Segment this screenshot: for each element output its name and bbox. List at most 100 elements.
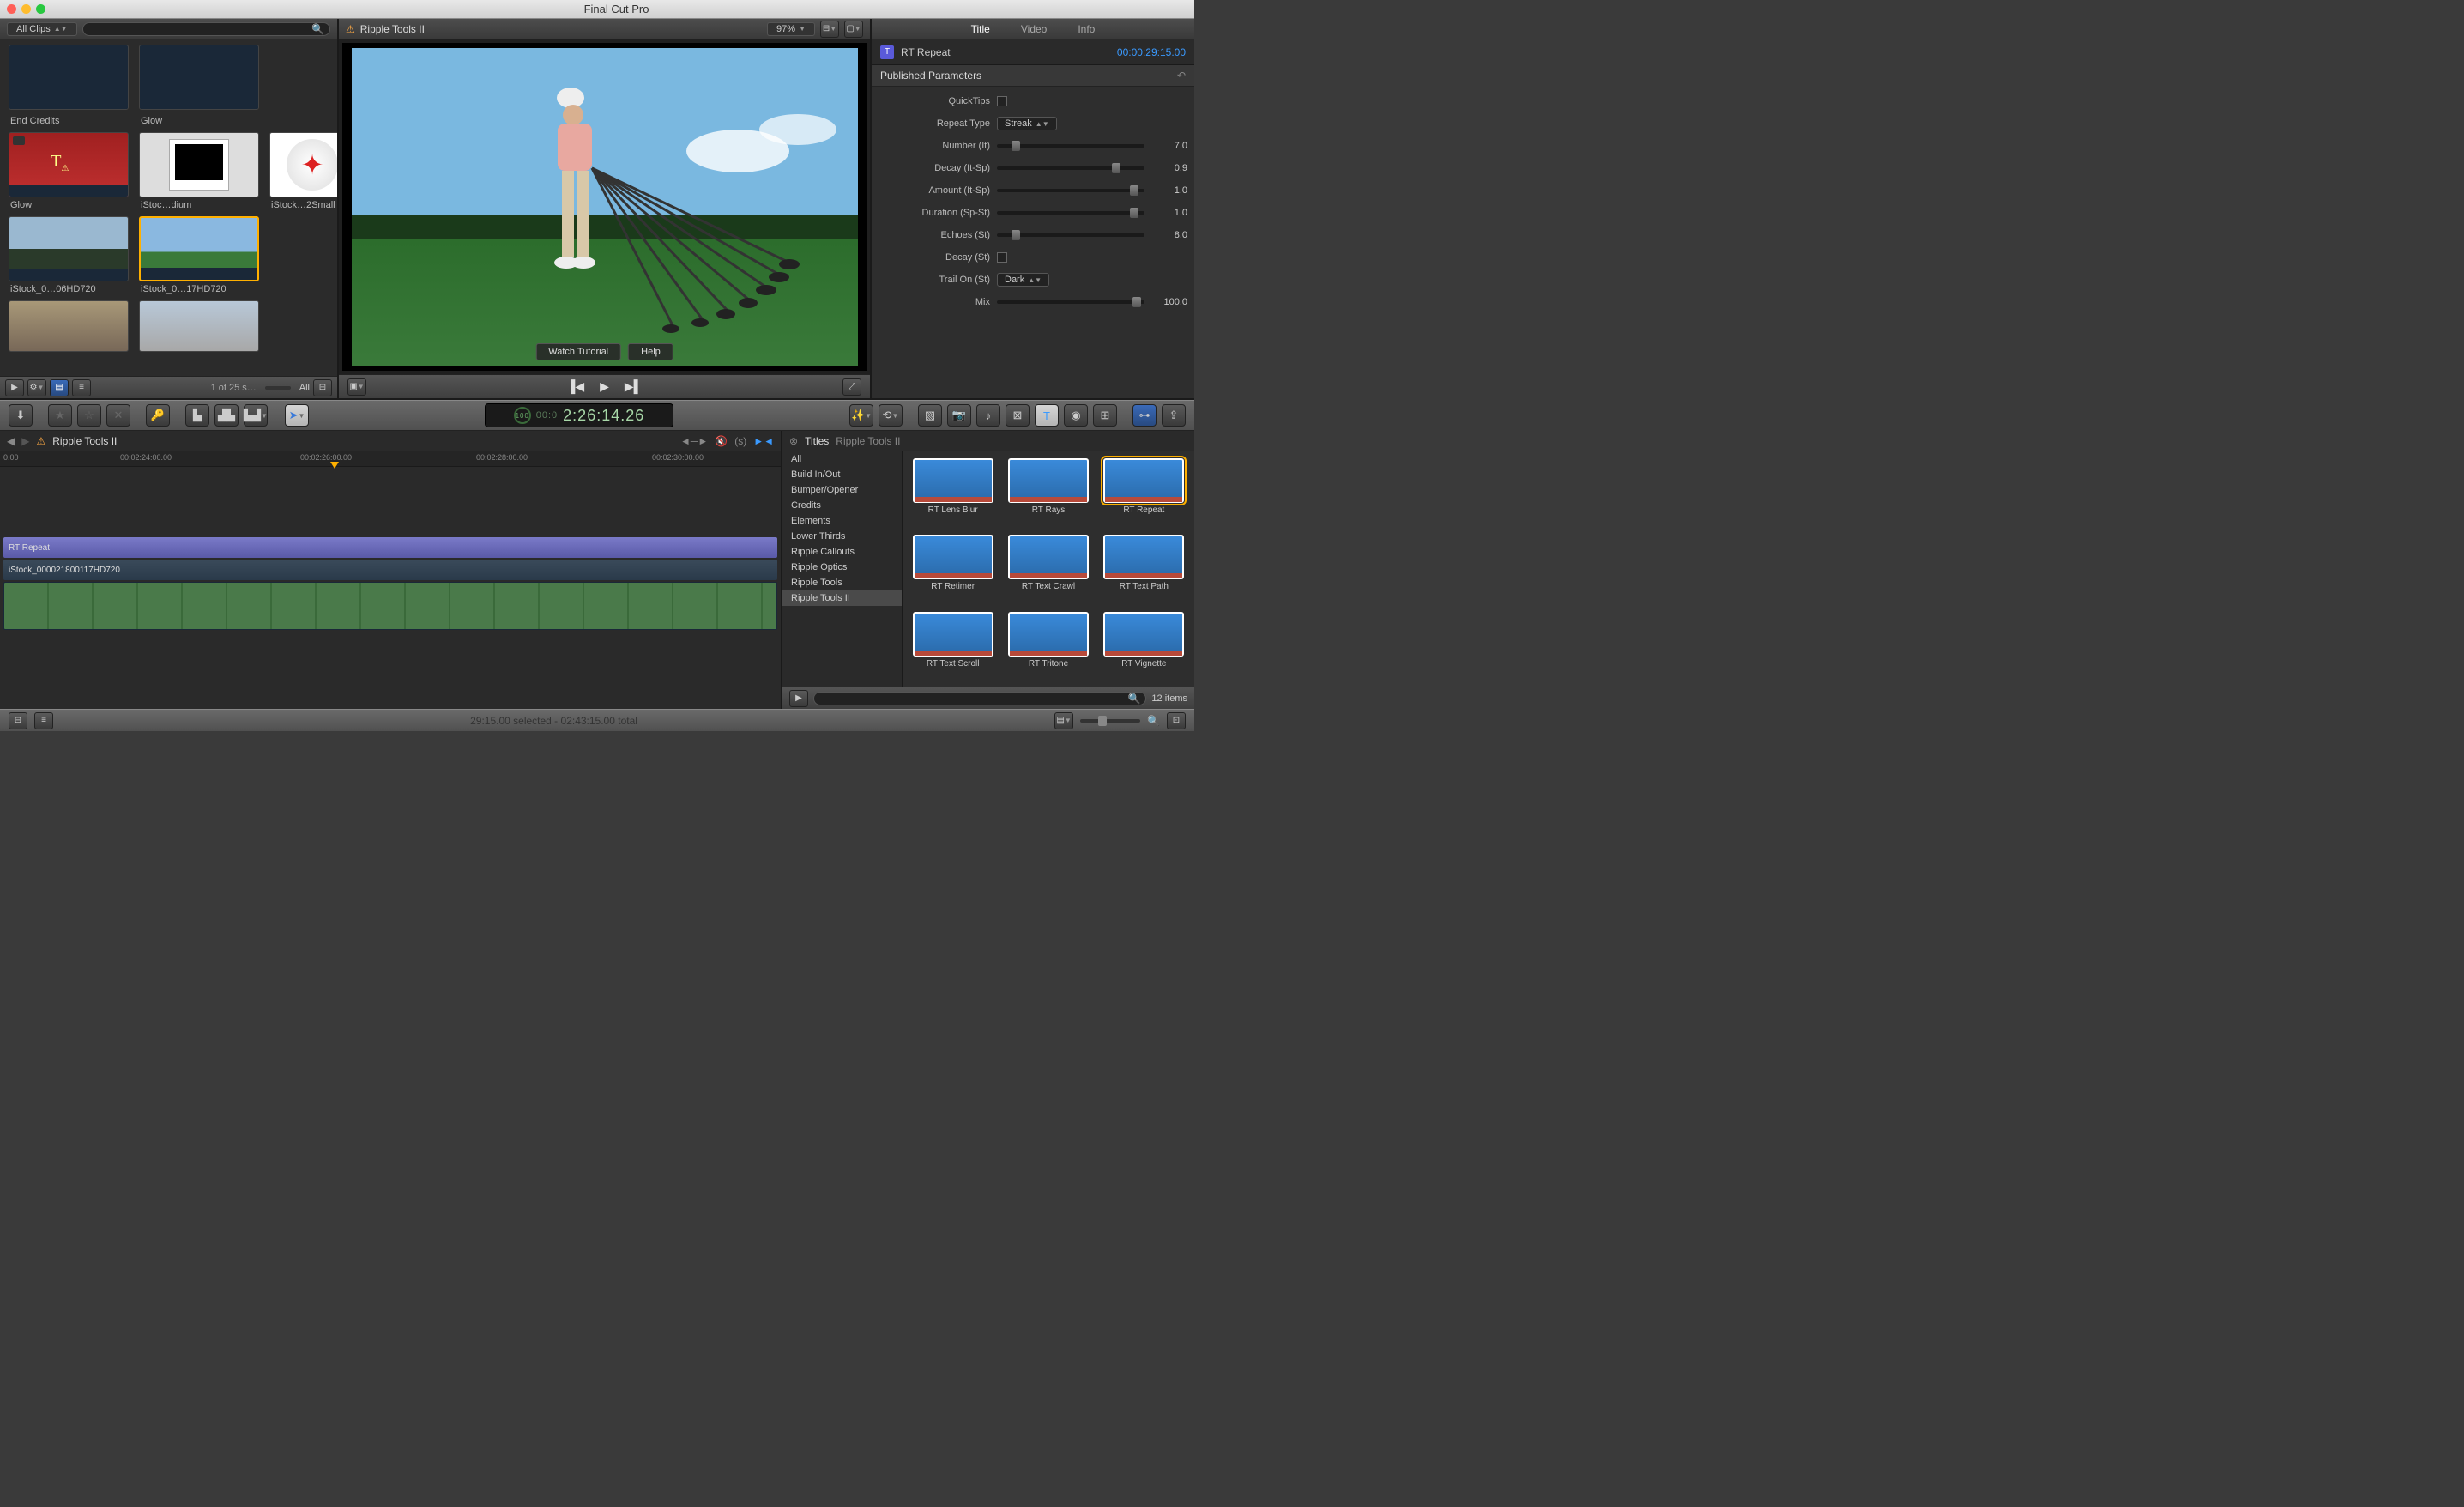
append-clip-button[interactable]: ▙▟▼ <box>244 404 268 427</box>
zoom-popup[interactable]: 97%▼ <box>767 22 815 36</box>
prev-edit-button[interactable]: ▐◀ <box>566 379 584 394</box>
gear-menu-button[interactable]: ⚙▼ <box>27 379 46 396</box>
effects-browser-button[interactable]: ▧ <box>918 404 942 427</box>
effect-item[interactable]: RT Repeat <box>1101 458 1187 526</box>
retime-menu-button[interactable]: ⟲▼ <box>879 404 903 427</box>
clip-thumbnail[interactable] <box>139 216 259 281</box>
slider-thumb[interactable] <box>1132 297 1141 307</box>
history-forward-button[interactable]: ▶ <box>21 435 29 447</box>
timeline-tracks[interactable]: RT Repeat iStock_000021800117HD720 <box>0 467 781 709</box>
effect-thumbnail[interactable] <box>913 612 993 657</box>
effect-item[interactable]: RT Lens Blur <box>909 458 996 526</box>
param-checkbox[interactable] <box>997 252 1007 263</box>
clip-thumbnail[interactable] <box>9 216 129 281</box>
param-dropdown[interactable]: Streak ▲▼ <box>997 117 1057 130</box>
watch-tutorial-button[interactable]: Watch Tutorial <box>535 343 621 360</box>
tab-title[interactable]: Title <box>966 21 995 38</box>
timeline-video-clip-header[interactable]: iStock_000021800117HD720 <box>3 560 777 580</box>
fit-timeline-button[interactable]: ⊡ <box>1167 712 1186 729</box>
transform-menu-button[interactable]: ▣▼ <box>347 378 366 396</box>
slider-thumb[interactable] <box>1012 230 1020 240</box>
photos-browser-button[interactable]: 📷 <box>947 404 971 427</box>
generators-browser-button[interactable]: ◉ <box>1064 404 1088 427</box>
titles-browser-button[interactable]: T <box>1035 404 1059 427</box>
insert-clip-button[interactable]: ▟▙ <box>214 404 239 427</box>
category-item[interactable]: Ripple Callouts <box>782 544 902 560</box>
share-button[interactable]: ⇪ <box>1162 404 1186 427</box>
effect-thumbnail[interactable] <box>1103 535 1184 579</box>
zoom-window-icon[interactable] <box>36 4 45 14</box>
filmstrip-view-button[interactable]: ▤ <box>50 379 69 396</box>
favorite-button[interactable]: ★ <box>48 404 72 427</box>
effect-item[interactable]: RT Vignette <box>1101 612 1187 680</box>
category-item[interactable]: Ripple Tools <box>782 575 902 590</box>
effect-thumbnail[interactable] <box>1008 458 1089 503</box>
close-icon[interactable]: ⊗ <box>789 435 798 447</box>
effects-search-input[interactable]: 🔍 <box>813 692 1146 705</box>
reset-icon[interactable]: ↶ <box>1177 70 1186 82</box>
slider-thumb[interactable] <box>1130 208 1138 218</box>
param-slider[interactable] <box>997 300 1144 304</box>
zoom-slider[interactable] <box>1080 719 1140 723</box>
clip-thumbnail[interactable] <box>9 300 129 352</box>
close-window-icon[interactable] <box>7 4 16 14</box>
clip-appearance-button[interactable]: ⊟ <box>313 379 332 396</box>
music-browser-button[interactable]: ♪ <box>976 404 1000 427</box>
effect-item[interactable]: RT Tritone <box>1005 612 1091 680</box>
viewer-settings-button[interactable]: ⊟▼ <box>820 21 839 38</box>
clip-thumbnail[interactable] <box>139 132 259 197</box>
transitions-browser-button[interactable]: ⊠ <box>1006 404 1030 427</box>
category-item[interactable]: Elements <box>782 513 902 529</box>
skimming-toggle[interactable]: ◄─► <box>680 435 708 447</box>
param-checkbox[interactable] <box>997 96 1007 106</box>
enhance-menu-button[interactable]: ✨▼ <box>849 404 873 427</box>
effect-thumbnail[interactable] <box>913 458 993 503</box>
effect-thumbnail[interactable] <box>1008 612 1089 657</box>
param-slider[interactable] <box>997 166 1144 170</box>
effect-thumbnail[interactable] <box>1103 612 1184 657</box>
fullscreen-button[interactable]: ⤢ <box>842 378 861 396</box>
background-tasks-button[interactable]: ⊟ <box>9 712 27 729</box>
solo-toggle[interactable]: (s) <box>734 435 746 447</box>
unrate-button[interactable]: ✕ <box>106 404 130 427</box>
next-edit-button[interactable]: ▶▌ <box>625 379 643 394</box>
clip-filter-popup[interactable]: All Clips ▲▼ <box>7 22 77 36</box>
import-media-button[interactable]: ⬇ <box>9 404 33 427</box>
tab-video[interactable]: Video <box>1016 21 1052 38</box>
viewer-canvas[interactable]: Watch Tutorial Help <box>342 43 867 371</box>
slider-thumb[interactable] <box>1012 141 1020 151</box>
effect-item[interactable]: RT Text Path <box>1101 535 1187 602</box>
category-item[interactable]: All <box>782 451 902 467</box>
snapping-toggle[interactable]: ►◄ <box>753 435 774 447</box>
timeline-video-filmstrip[interactable] <box>3 582 777 630</box>
timeline-ruler[interactable]: 0.0000:02:24:00.0000:02:26:00.0000:02:28… <box>0 451 781 467</box>
effect-item[interactable]: RT Retimer <box>909 535 996 602</box>
zoom-out-icon[interactable]: 🔍 <box>1147 715 1160 727</box>
browser-clips-grid[interactable]: End Credits Glow T⚠ Glow iStoc…dium <box>0 39 337 376</box>
slider-thumb[interactable] <box>1112 163 1120 173</box>
slider-thumb[interactable] <box>1130 185 1138 196</box>
category-item[interactable]: Bumper/Opener <box>782 482 902 498</box>
audio-skimming-toggle[interactable]: 🔇 <box>715 435 728 447</box>
param-slider[interactable] <box>997 211 1144 215</box>
minimize-window-icon[interactable] <box>21 4 31 14</box>
themes-browser-button[interactable]: ⊞ <box>1093 404 1117 427</box>
effect-grid[interactable]: RT Lens BlurRT RaysRT RepeatRT RetimerRT… <box>903 451 1194 687</box>
category-item[interactable]: Build In/Out <box>782 467 902 482</box>
inspector-toggle-button[interactable]: ⊶ <box>1132 404 1157 427</box>
param-slider[interactable] <box>997 233 1144 237</box>
play-button[interactable]: ▶ <box>600 379 609 394</box>
import-button[interactable]: ▶ <box>5 379 24 396</box>
timeline-index-button[interactable]: ≡ <box>34 712 53 729</box>
select-tool-button[interactable]: ➤▼ <box>285 404 309 427</box>
thumbnail-size-slider[interactable] <box>265 386 291 390</box>
category-item[interactable]: Ripple Optics <box>782 560 902 575</box>
category-list[interactable]: AllBuild In/OutBumper/OpenerCreditsEleme… <box>782 451 903 687</box>
clip-thumbnail[interactable] <box>9 45 129 110</box>
clip-thumbnail[interactable]: ✦ <box>269 132 337 197</box>
clip-appearance-button[interactable]: ▤▼ <box>1054 712 1073 729</box>
preview-toggle-button[interactable]: ▶ <box>789 690 808 707</box>
clip-thumbnail[interactable]: T⚠ <box>9 132 129 197</box>
viewer-display-button[interactable]: ▢▼ <box>844 21 863 38</box>
help-button[interactable]: Help <box>628 343 673 360</box>
